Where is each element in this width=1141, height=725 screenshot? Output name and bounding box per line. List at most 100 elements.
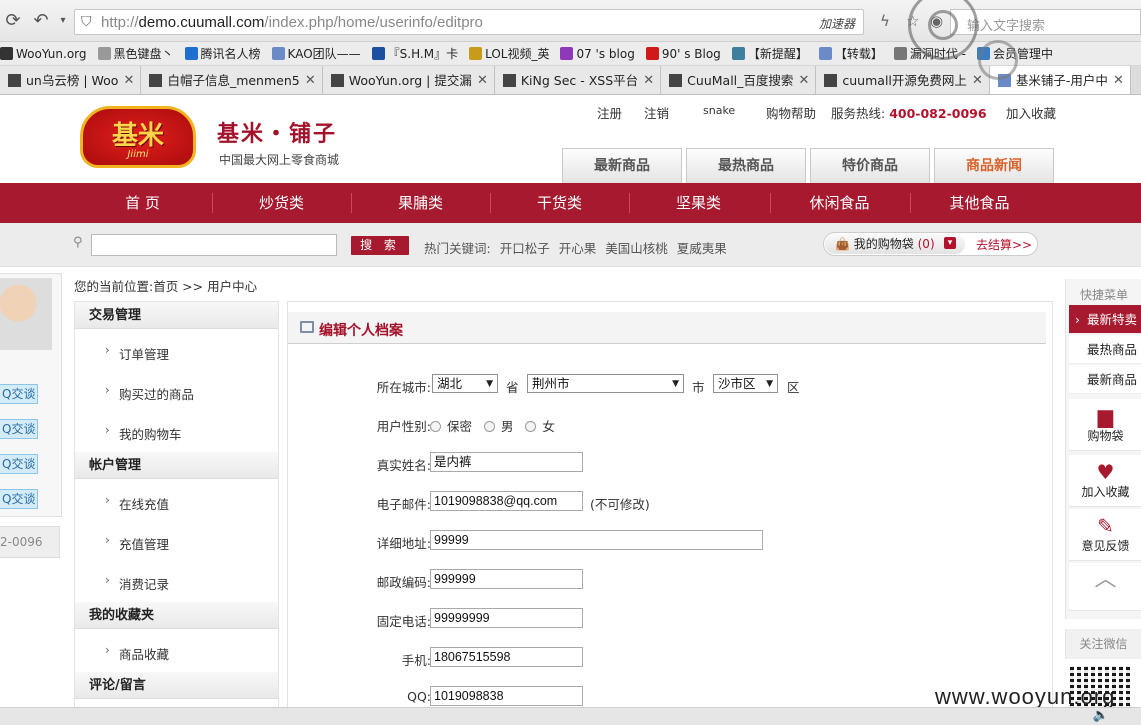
browser-tab[interactable]: WooYun.org | 提交漏 ✕ (322, 66, 495, 94)
bookmark-item[interactable]: 黑色键盘丶 (97, 42, 174, 65)
qq-chat-button[interactable]: Q交谈 (0, 384, 38, 404)
close-icon[interactable]: ✕ (798, 66, 809, 94)
accelerator-button[interactable]: 加速器 (819, 15, 855, 32)
bookmark-item[interactable]: LOL视频_英 (469, 42, 549, 65)
search-button[interactable]: 搜 索 (351, 236, 409, 255)
nav-other-food[interactable]: 其他食品 (910, 183, 1049, 223)
nav-nuts[interactable]: 坚果类 (629, 183, 768, 223)
gender-label: 用户性别: (376, 419, 431, 434)
add-favorite-link[interactable]: 加入收藏 (1006, 103, 1056, 122)
volume-icon[interactable]: 🔈 (1093, 708, 1109, 723)
nav-dried-goods[interactable]: 干货类 (490, 183, 629, 223)
logo-text: 基米 (111, 121, 164, 151)
hot-keyword[interactable]: 开心果 (559, 241, 597, 256)
quick-item-hottest[interactable]: 最热商品 (1069, 335, 1141, 364)
close-icon[interactable]: ✕ (643, 66, 654, 94)
real-name-input[interactable]: 是内裤 (430, 452, 583, 472)
quick-menu: 快捷菜单 最新特卖 最热商品 最新商品 ▆ 购物袋 ♥ 加入收藏 ✎ 意见反馈 … (1065, 279, 1141, 619)
follow-weixin[interactable]: 关注微信 (1065, 629, 1141, 659)
district-select[interactable]: 沙市区 ▼ (713, 374, 778, 393)
address-bar[interactable]: ⛉ http://demo.cuumall.com/index.php/home… (74, 9, 864, 35)
quick-add-favorite[interactable]: ♥ 加入收藏 (1069, 455, 1141, 507)
bookmark-item[interactable]: 腾讯名人榜 (184, 42, 261, 65)
sidebar-item-recharge-manage[interactable]: 充值管理 (105, 533, 169, 553)
quick-feedback[interactable]: ✎ 意见反馈 (1069, 509, 1141, 561)
nav-roasted[interactable]: 炒货类 (212, 183, 351, 223)
close-icon[interactable]: ✕ (305, 66, 316, 94)
sidebar-item-recharge[interactable]: 在线充值 (105, 493, 169, 513)
browser-tab[interactable]: un乌云榜 | Woo ✕ (0, 66, 142, 94)
bookmark-item[interactable]: WooYun.org (0, 42, 87, 65)
help-link[interactable]: 购物帮助 (766, 103, 816, 122)
close-icon[interactable]: ✕ (477, 66, 488, 94)
qq-chat-button[interactable]: Q交谈 (0, 489, 38, 509)
reload-icon[interactable]: ⟳ (2, 10, 24, 32)
chevron-down-icon: ▼ (766, 379, 773, 389)
browser-tab[interactable]: CuuMall_百度搜索 ✕ (661, 66, 817, 94)
tab-newest-products[interactable]: 最新商品 (562, 148, 682, 183)
close-icon[interactable]: ✕ (1113, 66, 1124, 94)
close-icon[interactable]: ✕ (124, 66, 135, 94)
tab-special-products[interactable]: 特价商品 (810, 148, 930, 183)
qq-chat-button[interactable]: Q交谈 (0, 454, 38, 474)
browser-tab[interactable]: KiNg Sec - XSS平台 ✕ (494, 66, 662, 94)
city-select[interactable]: 荆州市 ▼ (527, 374, 684, 393)
cart-dropdown-icon[interactable]: ▾ (944, 237, 956, 249)
province-select[interactable]: 湖北 ▼ (432, 374, 498, 393)
nav-dried-fruit[interactable]: 果脯类 (351, 183, 490, 223)
address-input[interactable]: 99999 (430, 530, 763, 550)
register-link[interactable]: 注册 (597, 103, 622, 122)
province-unit: 省 (506, 380, 519, 395)
nav-home[interactable]: 首 页 (73, 183, 212, 223)
qq-input[interactable]: 1019098838 (430, 686, 583, 706)
quick-item-newest-sale[interactable]: 最新特卖 (1069, 305, 1141, 334)
site-logo[interactable]: 基米 Jiimi (80, 106, 196, 168)
url-text[interactable]: http://demo.cuumall.com/index.php/home/u… (101, 14, 483, 31)
bookmark-item[interactable]: KAO团队—— (271, 42, 361, 65)
bookmark-item[interactable]: 『S.H.M』卡 (371, 42, 458, 65)
tab-hottest-products[interactable]: 最热商品 (686, 148, 806, 183)
back-to-top-button[interactable]: ︿ (1069, 563, 1141, 611)
site-page: 基米 Jiimi 基米・铺子 中国最大网上零食商城 注册 注销 snake 购物… (0, 96, 1141, 725)
hot-keywords-label: 热门关键词: (424, 241, 491, 256)
logout-link[interactable]: 注销 (644, 103, 669, 122)
quick-item-newest[interactable]: 最新商品 (1069, 365, 1141, 394)
page-title: 编辑个人档案 (319, 323, 403, 339)
hotline-number: 400-082-0096 (889, 106, 987, 121)
hot-keyword[interactable]: 开口松子 (500, 241, 550, 256)
quick-shopping-bag[interactable]: ▆ 购物袋 (1069, 399, 1141, 451)
bookmark-label: 【新提醒】 (747, 47, 808, 61)
sidebar-item-spending[interactable]: 消费记录 (105, 573, 169, 593)
sidebar-item-cart[interactable]: 我的购物车 (105, 423, 181, 443)
bookmark-item[interactable]: 90' s Blog (645, 42, 721, 65)
mobile-input[interactable]: 18067515598 (430, 647, 583, 667)
sidebar-item-purchased[interactable]: 购买过的商品 (105, 383, 194, 403)
tab-product-news[interactable]: 商品新闻 (934, 148, 1054, 183)
gender-radio-secret[interactable] (430, 421, 441, 432)
nav-snacks[interactable]: 休闲食品 (770, 183, 909, 223)
tel-input[interactable]: 99999999 (430, 608, 583, 628)
back-history-dropdown-icon[interactable]: ▾ (52, 10, 74, 32)
gender-radio-male[interactable] (483, 421, 495, 432)
search-icon: ⚲ (73, 235, 83, 250)
browser-tab[interactable]: 白帽子信息_menmen5 ✕ (141, 66, 323, 94)
hot-keyword[interactable]: 美国山核桃 (605, 241, 668, 256)
hot-keyword[interactable]: 夏威夷果 (677, 241, 727, 256)
zip-input[interactable]: 999999 (430, 569, 583, 589)
province-value: 湖北 (437, 376, 463, 391)
sidebar-item-product-favorites[interactable]: 商品收藏 (105, 643, 169, 663)
bookmark-favicon-icon (0, 47, 13, 60)
sidebar-section-favorites: 我的收藏夹 (75, 602, 278, 629)
bookmark-item[interactable]: 【新提醒】 (731, 42, 808, 65)
back-icon[interactable]: ↶ (30, 10, 52, 32)
email-field[interactable]: 1019098838@qq.com (430, 491, 583, 511)
qq-label: QQ: (407, 689, 431, 704)
district-unit: 区 (787, 380, 800, 395)
gender-radio-female[interactable] (525, 421, 537, 432)
checkout-link[interactable]: 去结算>> (976, 236, 1032, 253)
bookmark-item[interactable]: 07 's blog (560, 42, 635, 65)
sidebar-item-orders[interactable]: 订单管理 (105, 343, 169, 363)
search-input[interactable] (91, 234, 337, 256)
qq-chat-button[interactable]: Q交谈 (0, 419, 38, 439)
username-link[interactable]: snake (703, 104, 735, 117)
